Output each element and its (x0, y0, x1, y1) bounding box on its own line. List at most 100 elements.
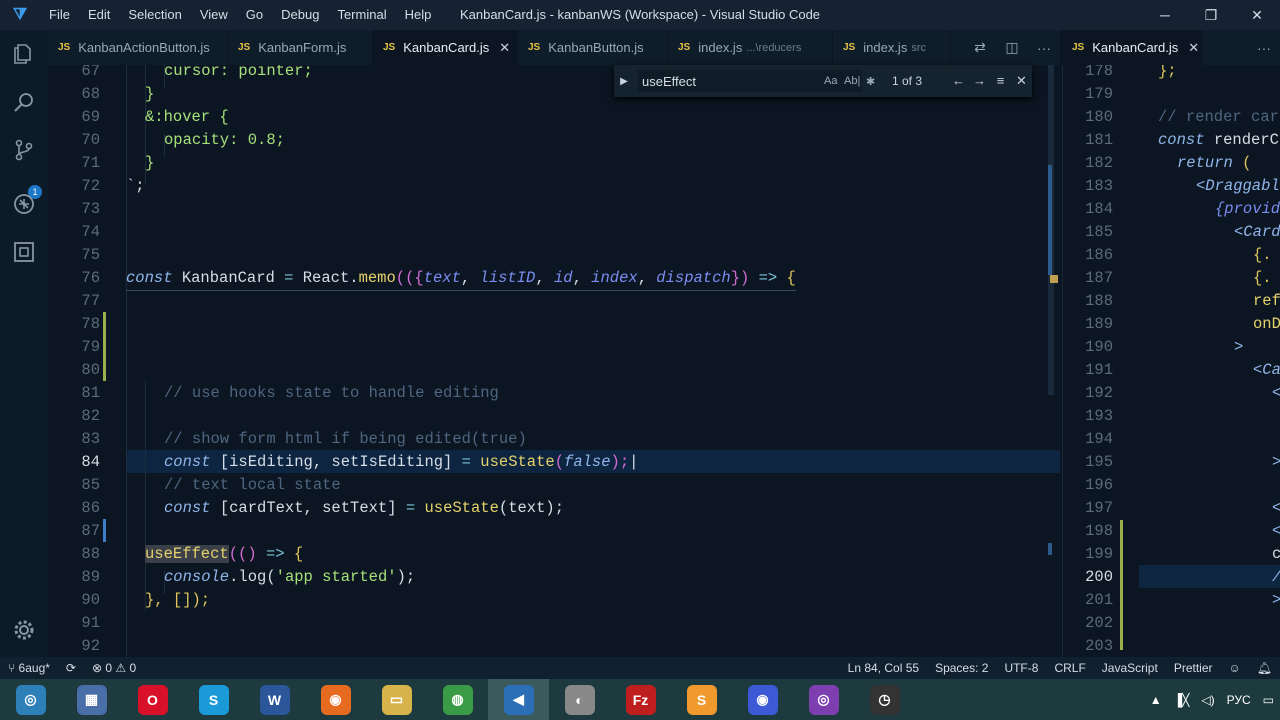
tab-kanban-form[interactable]: JS KanbanForm.js (228, 30, 373, 65)
tab-label: index.js (698, 40, 743, 55)
regex-button[interactable]: ✱ (866, 75, 875, 88)
close-window-button[interactable]: ✕ (1234, 0, 1280, 30)
menu-go[interactable]: Go (237, 0, 272, 30)
code-editor-right[interactable]: 178}; 179 180// render car 181 const rend… (1062, 65, 1280, 657)
restore-button[interactable]: ❐ (1188, 0, 1234, 30)
split-editor-icon[interactable]: ◫ (996, 39, 1028, 56)
globe-icon: ◎ (15, 684, 46, 715)
code-line: 185 <Card (1085, 223, 1280, 241)
tab-index-reducers[interactable]: JS index.js ...\reducers (668, 30, 833, 65)
cursor-position[interactable]: Ln 84, Col 55 (840, 661, 927, 675)
taskbar-explorer[interactable]: ▭ (366, 679, 427, 720)
find-input[interactable]: useEffect Aa Ab| ✱ (638, 70, 875, 92)
open-changes-icon[interactable]: ⇄ (964, 39, 996, 56)
tor-icon: ◎ (808, 684, 839, 715)
code-line: 180// render car (1085, 108, 1279, 126)
sync-icon[interactable]: ⟳ (58, 661, 84, 675)
code-line: 181 const renderC (1085, 131, 1279, 149)
taskbar-tor[interactable]: ◎ (793, 679, 854, 720)
tab-kanban-button[interactable]: JS KanbanButton.js (518, 30, 668, 65)
tab-kanban-card-right[interactable]: JS KanbanCard.js ✕ (1062, 30, 1202, 65)
code-line: 87 (81, 522, 100, 540)
code-line: 196 (1085, 476, 1113, 494)
taskbar-clock[interactable]: ◷ (854, 679, 915, 720)
indentation[interactable]: Spaces: 2 (927, 661, 996, 675)
code-line: 183 <Draggabl (1085, 177, 1280, 195)
js-file-icon: JS (58, 42, 71, 53)
taskbar-skype[interactable]: S (183, 679, 244, 720)
firefox-dev-icon: ◉ (747, 684, 778, 715)
menu-selection[interactable]: Selection (119, 0, 190, 30)
menu-view[interactable]: View (191, 0, 237, 30)
code-editor[interactable]: 67 cursor: pointer; 68} 69 &:hover { 70 opa… (48, 65, 1060, 657)
code-line: 193 (1085, 407, 1113, 425)
status-bar: ⑂ 6aug* ⟳ ⊗ 0 ⚠ 0 Ln 84, Col 55 Spaces: … (0, 657, 1280, 679)
more-actions-icon[interactable]: ··· (1028, 40, 1060, 56)
taskbar-sublime[interactable]: S (671, 679, 732, 720)
code-line: 74 (81, 223, 100, 241)
code-line: 73 (81, 200, 100, 218)
taskbar-speaker[interactable]: ◐ (549, 679, 610, 720)
code-line: 194 (1085, 430, 1113, 448)
taskbar: ◎ ▦ O S W ◉ ▭ ◍ ◀ ◐ Fz S ◉ ◎ ◷ ▲ ▐╳ ◁) РУС ▭ (0, 679, 1280, 720)
extensions-icon[interactable] (10, 238, 38, 266)
source-control-icon[interactable] (10, 136, 38, 164)
previous-match-icon[interactable]: ← (948, 73, 969, 89)
search-icon[interactable] (10, 88, 38, 116)
menu-edit[interactable]: Edit (79, 0, 119, 30)
taskbar-firefox-dev[interactable]: ◉ (732, 679, 793, 720)
menu-file[interactable]: File (40, 0, 79, 30)
tab-kanban-action-button[interactable]: JS KanbanActionButton.js (48, 30, 228, 65)
tab-path: src (911, 41, 926, 54)
taskbar-chrome[interactable]: ◍ (427, 679, 488, 720)
find-in-selection-icon[interactable]: ≡ (990, 73, 1011, 89)
notifications-bell-icon[interactable]: 🔔︎ (1249, 661, 1280, 675)
network-icon[interactable]: ▐╳ (1168, 693, 1196, 707)
taskbar-globe[interactable]: ◎ (0, 679, 61, 720)
taskbar-word[interactable]: W (244, 679, 305, 720)
code-line: 71} (81, 154, 155, 172)
tab-index-src[interactable]: JS index.js src (833, 30, 951, 65)
code-line: 202 (1085, 614, 1113, 632)
branch-indicator[interactable]: ⑂ 6aug* (0, 661, 58, 675)
code-line: 190 > (1085, 338, 1244, 356)
taskbar-calculator[interactable]: ▦ (61, 679, 122, 720)
settings-gear-icon[interactable] (10, 616, 38, 644)
volume-icon[interactable]: ◁) (1195, 693, 1220, 707)
vscode-logo-icon: ⧩ (12, 6, 28, 23)
taskbar-vscode[interactable]: ◀ (488, 679, 549, 720)
language-mode[interactable]: JavaScript (1094, 661, 1166, 675)
close-find-icon[interactable]: ✕ (1011, 73, 1032, 89)
js-file-icon: JS (528, 42, 541, 53)
match-word-button[interactable]: Ab| (844, 75, 860, 87)
menu-debug[interactable]: Debug (272, 0, 328, 30)
end-of-line[interactable]: CRLF (1046, 661, 1093, 675)
sublime-icon: S (686, 684, 717, 715)
tab-label: KanbanButton.js (548, 40, 644, 55)
activity-bar: 1 (0, 30, 48, 657)
taskbar-filezilla[interactable]: Fz (610, 679, 671, 720)
tray-expand-icon[interactable]: ▲ (1144, 693, 1168, 707)
minimize-button[interactable]: ─ (1142, 0, 1188, 30)
encoding[interactable]: UTF-8 (996, 661, 1046, 675)
code-line: 197< (1085, 499, 1280, 517)
tab-kanban-card[interactable]: JS KanbanCard.js ✕ (373, 30, 518, 65)
problems-indicator[interactable]: ⊗ 0 ⚠ 0 (84, 661, 144, 675)
overview-ruler[interactable] (1048, 65, 1060, 657)
taskbar-opera[interactable]: O (122, 679, 183, 720)
more-actions-icon[interactable]: ··· (1248, 40, 1280, 56)
feedback-smiley-icon[interactable]: ☺ (1221, 661, 1249, 675)
explorer-icon[interactable] (10, 40, 38, 68)
notification-center-icon[interactable]: ▭ (1257, 693, 1280, 707)
close-tab-icon[interactable]: ✕ (1188, 40, 1199, 56)
taskbar-firefox[interactable]: ◉ (305, 679, 366, 720)
formatter[interactable]: Prettier (1166, 661, 1221, 675)
close-tab-icon[interactable]: ✕ (499, 40, 510, 56)
code-line: 82 (81, 407, 100, 425)
tab-label: KanbanCard.js (403, 40, 490, 55)
toggle-replace-icon[interactable]: ▶ (614, 76, 634, 87)
debug-icon[interactable] (10, 190, 38, 218)
language-indicator[interactable]: РУС (1221, 693, 1257, 707)
match-case-button[interactable]: Aa (824, 75, 837, 87)
next-match-icon[interactable]: → (969, 73, 990, 89)
